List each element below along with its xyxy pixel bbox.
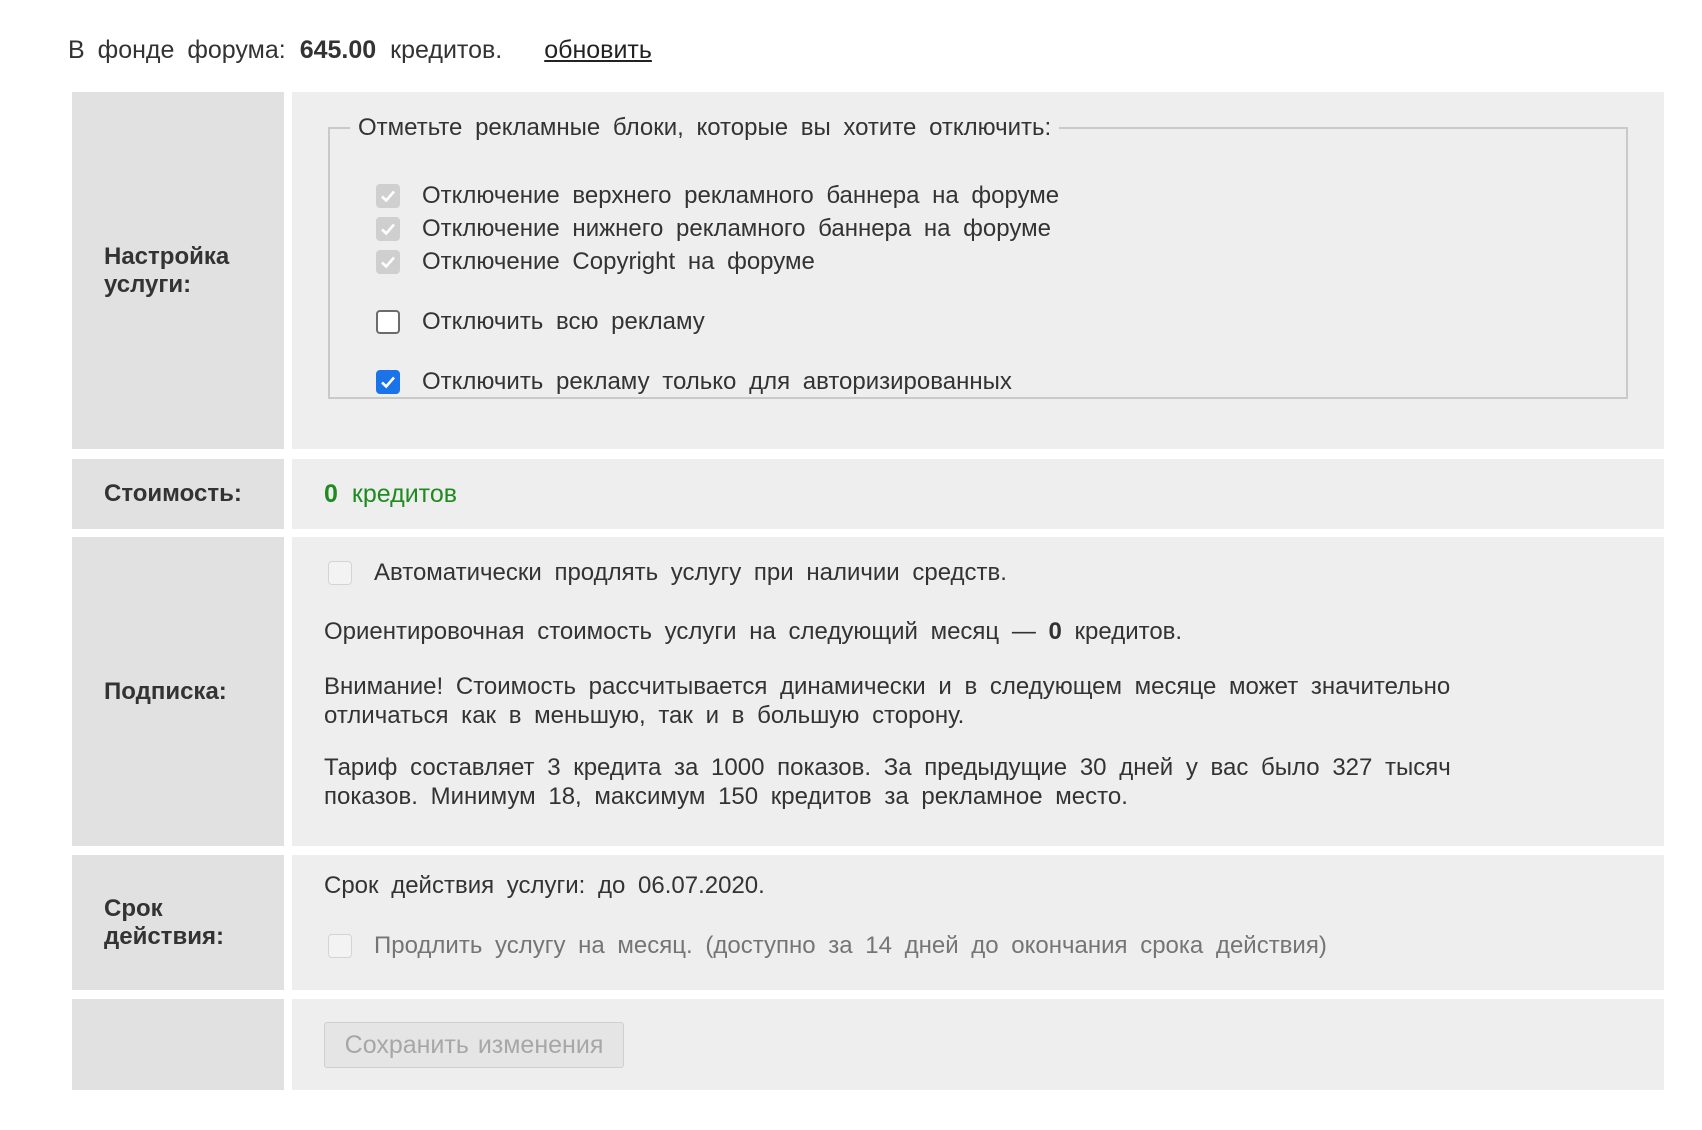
estimate-text: Ориентировочная стоимость услуги на след… [324, 617, 1534, 646]
save-row-label [72, 999, 284, 1090]
extend-option: Продлить услугу на месяц. (доступно за 1… [328, 930, 1327, 962]
checkbox-disable-all[interactable] [376, 310, 400, 334]
ad-blocks-legend: Отметьте рекламные блоки, которые вы хот… [358, 114, 1052, 141]
save-row: Сохранить изменения [72, 999, 1664, 1090]
auto-renew-label: Автоматически продлять услугу при наличи… [374, 559, 1007, 586]
option-bottom-banner: Отключение нижнего рекламного баннера на… [376, 213, 1051, 245]
option-top-banner: Отключение верхнего рекламного баннера н… [376, 180, 1059, 212]
option-label[interactable]: Отключить рекламу только для авторизиров… [422, 368, 1012, 396]
checkbox-top-banner [376, 184, 400, 208]
option-label: Отключение Copyright на форуме [422, 248, 815, 275]
extend-label: Продлить услугу на месяц. (доступно за 1… [374, 932, 1327, 959]
warning-text: Внимание! Стоимость рассчитывается динам… [324, 673, 1451, 729]
service-settings-row: Настройка услуги: Отметьте рекламные бло… [72, 92, 1664, 449]
option-copyright: Отключение Copyright на форуме [376, 246, 815, 278]
cost-row: Стоимость: 0 кредитов [72, 459, 1664, 529]
checkbox-copyright [376, 250, 400, 274]
term-row: Срок действия: Срок действия услуги: до … [72, 855, 1664, 990]
tariff-text: Тариф составляет 3 кредита за 1000 показ… [324, 754, 1451, 810]
subscription-row: Подписка: Автоматически продлять услугу … [72, 537, 1664, 846]
checkmark-icon [381, 376, 395, 389]
option-disable-all[interactable]: Отключить всю рекламу [376, 306, 705, 338]
checkmark-icon [381, 256, 395, 269]
checkmark-icon [381, 190, 395, 203]
service-settings-content: Отметьте рекламные блоки, которые вы хот… [292, 92, 1664, 449]
fund-prefix: В фонде форума: [68, 35, 286, 64]
checkbox-authorized-only[interactable] [376, 370, 400, 394]
option-label: Отключение верхнего рекламного баннера н… [422, 182, 1060, 209]
ad-blocks-fieldset: Отметьте рекламные блоки, которые вы хот… [328, 114, 1628, 399]
estimate-prefix: Ориентировочная стоимость услуги на след… [324, 618, 1036, 645]
checkbox-bottom-banner [376, 217, 400, 241]
cost-label: Стоимость: [72, 459, 284, 529]
estimate-suffix: кредитов. [1074, 618, 1183, 645]
checkmark-icon [381, 223, 395, 236]
checkbox-auto-renew [328, 561, 352, 585]
checkbox-extend [328, 934, 352, 958]
cost-value: 0 кредитов [324, 459, 457, 529]
fund-amount: 645.00 [299, 35, 377, 64]
expiry-text: Срок действия услуги: до 06.07.2020. [324, 872, 765, 899]
refresh-link[interactable]: обновить [544, 36, 652, 65]
term-label: Срок действия: [72, 855, 284, 990]
auto-renew-option: Автоматически продлять услугу при наличи… [328, 557, 1007, 589]
subscription-content: Автоматически продлять услугу при наличи… [292, 537, 1664, 846]
service-settings-label: Настройка услуги: [72, 92, 284, 449]
forum-fund-line: В фонде форума: 645.00 кредитов. обновит… [68, 30, 652, 70]
save-row-content: Сохранить изменения [292, 999, 1664, 1090]
estimate-value: 0 [1048, 618, 1062, 645]
subscription-label: Подписка: [72, 537, 284, 846]
cost-unit: кредитов [351, 479, 458, 508]
option-label[interactable]: Отключить всю рекламу [422, 308, 705, 336]
save-changes-button[interactable]: Сохранить изменения [324, 1022, 624, 1068]
option-authorized-only[interactable]: Отключить рекламу только для авторизиров… [376, 366, 1012, 398]
cost-number: 0 [324, 479, 338, 508]
term-content: Срок действия услуги: до 06.07.2020. Про… [292, 855, 1664, 990]
fund-suffix: кредитов. [390, 35, 503, 64]
cost-content: 0 кредитов [292, 459, 1664, 529]
option-label: Отключение нижнего рекламного баннера на… [422, 215, 1051, 242]
